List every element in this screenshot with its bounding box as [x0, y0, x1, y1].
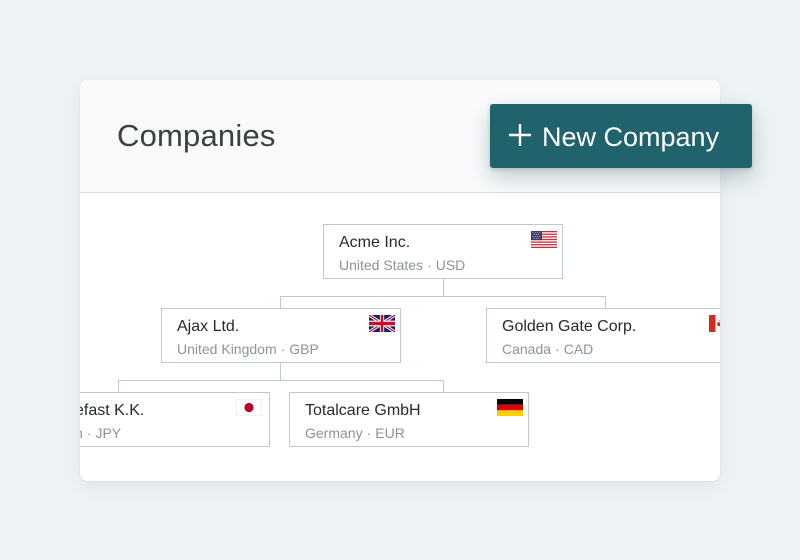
company-name: Golden Gate Corp. [502, 318, 637, 335]
canada-flag-icon [709, 315, 720, 332]
plus-icon [509, 124, 531, 146]
company-country: United States [339, 257, 424, 273]
company-currency: JPY [95, 425, 122, 441]
company-node-efast[interactable]: efast K.K. n·JPY [80, 392, 270, 447]
page-title: Companies [117, 118, 276, 153]
company-node-totalcare[interactable]: Totalcare GmbH Germany · EUR [289, 392, 529, 447]
company-currency: CAD [563, 341, 594, 357]
company-details: Germany · EUR [305, 425, 405, 441]
company-details: United States · USD [339, 257, 466, 273]
company-country: United Kingdom [177, 341, 277, 357]
company-details: United Kingdom · GBP [177, 341, 319, 357]
new-company-button[interactable]: New Company [490, 104, 752, 168]
company-tree: Acme Inc. United States · USD Ajax Ltd. … [80, 193, 720, 481]
company-details: n·JPY [80, 424, 121, 442]
japan-flag-icon [236, 399, 262, 416]
company-currency: USD [435, 257, 466, 273]
company-currency: GBP [289, 341, 319, 357]
company-name: Totalcare GmbH [305, 402, 421, 419]
company-name: Ajax Ltd. [177, 318, 240, 335]
company-node-acme[interactable]: Acme Inc. United States · USD [323, 224, 563, 279]
us-flag-icon [531, 231, 557, 248]
new-company-label: New Company [542, 122, 720, 152]
company-node-golden-gate[interactable]: Golden Gate Corp. Canada · CAD [486, 308, 720, 363]
company-country: Canada [502, 341, 552, 357]
company-name: Acme Inc. [339, 234, 411, 251]
company-details: Canada · CAD [502, 341, 594, 357]
germany-flag-icon [497, 399, 523, 416]
company-currency: EUR [375, 425, 405, 441]
company-node-ajax[interactable]: Ajax Ltd. United Kingdom · GBP [161, 308, 401, 363]
company-name: efast K.K. [80, 402, 145, 419]
uk-flag-icon [369, 315, 395, 332]
company-country: Germany [305, 425, 363, 441]
